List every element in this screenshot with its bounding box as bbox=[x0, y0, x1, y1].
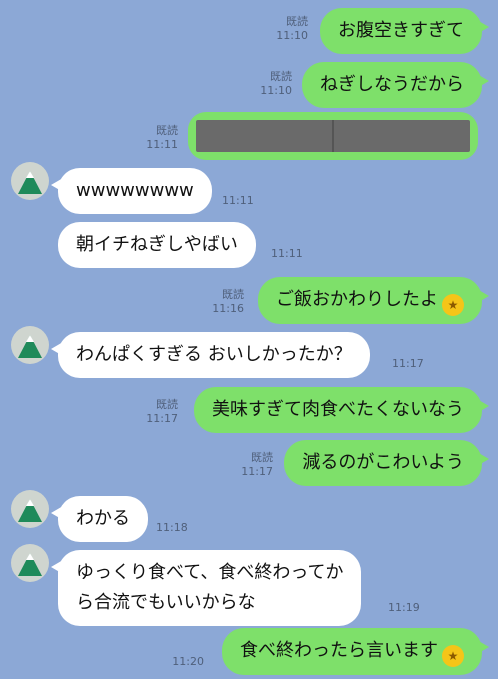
message-time: 11:11 bbox=[222, 194, 254, 207]
read-receipt: 既読 11:11 bbox=[146, 124, 178, 151]
read-receipt: 既読 11:17 bbox=[146, 398, 178, 425]
message-text: 食べ終わったら言います bbox=[240, 640, 438, 661]
message-bubble-theirs[interactable]: wwwwwwww bbox=[51, 168, 212, 214]
message-bubble-theirs[interactable]: 朝イチねぎしやばい bbox=[58, 222, 256, 268]
message-time: 11:20 bbox=[172, 655, 204, 668]
shared-photo[interactable] bbox=[196, 120, 470, 152]
avatar[interactable] bbox=[11, 162, 49, 200]
star-struck-emoji-icon: ★ bbox=[442, 645, 464, 667]
avatar[interactable] bbox=[11, 490, 49, 528]
message-bubble-mine[interactable]: 減るのがこわいよう bbox=[284, 440, 489, 486]
message-bubble-theirs[interactable]: わかる bbox=[51, 496, 148, 542]
message-bubble-mine[interactable]: 美味すぎて肉食べたくないなう bbox=[194, 387, 489, 433]
message-time: 11:11 bbox=[271, 247, 303, 260]
read-receipt: 既読 11:17 bbox=[241, 451, 273, 478]
message-bubble-mine[interactable]: ご飯おかわりしたよ ★ bbox=[258, 277, 489, 324]
message-text-line: ら合流でもいいからな bbox=[76, 592, 256, 613]
message-bubble-mine[interactable]: お腹空きすぎて bbox=[320, 8, 489, 54]
message-bubble-mine[interactable]: 食べ終わったら言います ★ bbox=[222, 628, 489, 675]
avatar[interactable] bbox=[11, 326, 49, 364]
avatar[interactable] bbox=[11, 544, 49, 582]
image-message[interactable] bbox=[188, 112, 478, 160]
message-text-line: ゆっくり食べて、食べ終わってか bbox=[76, 562, 344, 583]
message-bubble-theirs[interactable]: わんぱくすぎる おいしかったか？ bbox=[51, 332, 370, 378]
read-receipt: 既読 11:10 bbox=[260, 70, 292, 97]
read-receipt: 既読 11:10 bbox=[276, 15, 308, 42]
message-time: 11:17 bbox=[392, 357, 424, 370]
read-receipt: 既読 11:16 bbox=[212, 288, 244, 315]
message-bubble-theirs[interactable]: ゆっくり食べて、食べ終わってか ら合流でもいいからな bbox=[50, 550, 362, 626]
message-time: 11:18 bbox=[156, 521, 188, 534]
message-time: 11:19 bbox=[388, 601, 420, 614]
message-bubble-mine[interactable]: ねぎしなうだから bbox=[302, 62, 489, 108]
message-text: ご飯おかわりしたよ bbox=[276, 289, 438, 310]
star-struck-emoji-icon: ★ bbox=[442, 294, 464, 316]
